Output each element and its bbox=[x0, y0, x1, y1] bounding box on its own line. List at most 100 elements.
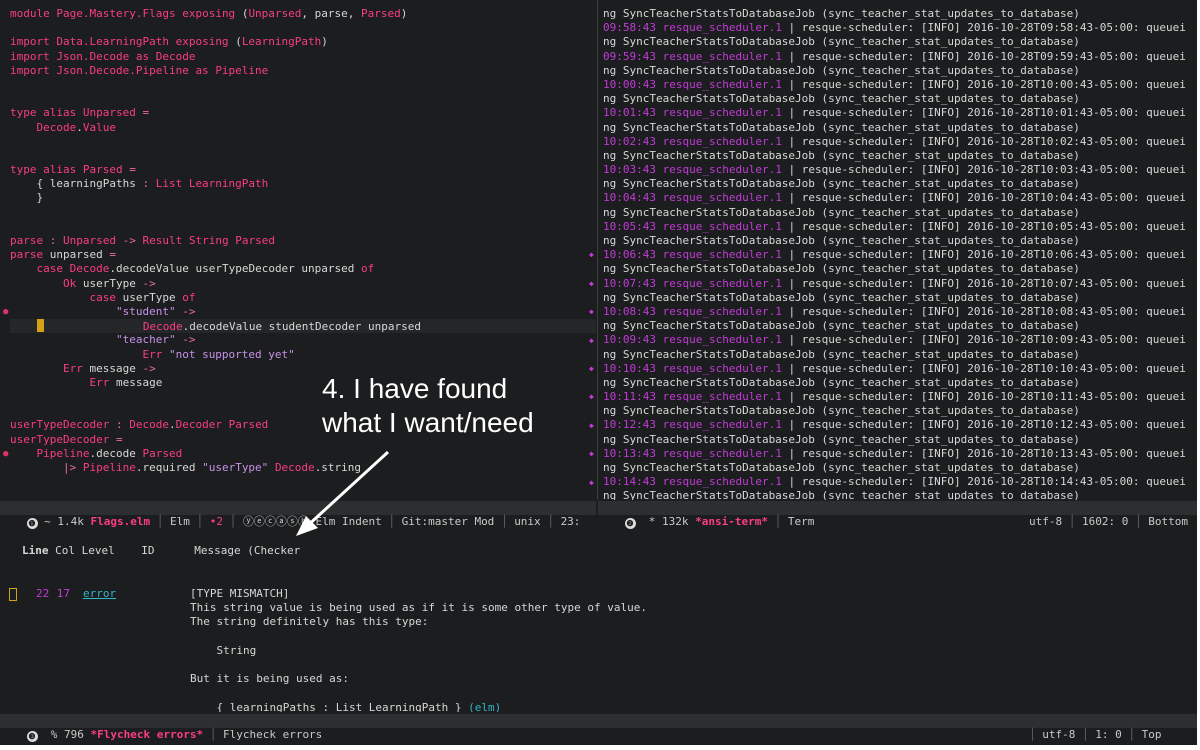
log-source: resque_scheduler.1 bbox=[662, 49, 782, 63]
code-line[interactable] bbox=[10, 220, 596, 234]
log-timestamp: 10:07:43 bbox=[603, 276, 656, 290]
code-token: userTypeDecoder bbox=[10, 418, 116, 432]
error-message-line: The string definitely has this type: bbox=[0, 615, 1197, 629]
code-token: Json.Decode.Pipeline bbox=[56, 63, 196, 77]
log-separator: | bbox=[781, 219, 802, 233]
terminal-pane[interactable]: ng SyncTeacherStatsToDatabaseJob (sync_t… bbox=[598, 7, 1197, 500]
code-line[interactable]: import Json.Decode as Decode bbox=[10, 50, 596, 64]
error-message-text: [TYPE MISMATCH] bbox=[190, 587, 290, 600]
code-token: type alias bbox=[10, 106, 83, 120]
code-token: = bbox=[115, 432, 123, 446]
log-message: resque-scheduler: [INFO] 2016-10-28T10:1… bbox=[801, 361, 1186, 375]
code-line[interactable]: parse unparsed = bbox=[10, 248, 596, 262]
error-column-number: 17 bbox=[56, 587, 71, 600]
code-line[interactable] bbox=[10, 149, 596, 163]
code-token: "teacher" bbox=[115, 333, 183, 347]
major-mode[interactable]: Flycheck errors bbox=[223, 728, 322, 741]
code-token: Decode bbox=[129, 418, 169, 432]
log-timestamp: 10:00:43 bbox=[603, 77, 656, 91]
error-row[interactable]: 22 17 error [TYPE MISMATCH] bbox=[0, 587, 1197, 601]
buffer-status: % 796 bbox=[50, 728, 84, 741]
code-line[interactable]: } bbox=[10, 191, 596, 205]
terminal-log-entry: 10:12:43 resque_scheduler.1 | resque-sch… bbox=[603, 418, 1197, 432]
code-line[interactable]: ● Pipeline.decode Parsed bbox=[3, 447, 596, 461]
code-line[interactable]: case Decode.decodeValue userTypeDecoder … bbox=[10, 262, 596, 276]
code-line[interactable]: import Data.LearningPath exposing (Learn… bbox=[10, 35, 596, 49]
code-line[interactable]: parse : Unparsed -> Result String Parsed bbox=[10, 234, 596, 248]
code-line[interactable] bbox=[10, 92, 596, 106]
code-line[interactable]: "teacher" -> bbox=[10, 333, 596, 347]
code-line[interactable]: { learningPaths : List LearningPath bbox=[10, 177, 596, 191]
code-token: ) bbox=[400, 7, 408, 20]
log-message: resque-scheduler: [INFO] 2016-10-28T10:1… bbox=[801, 446, 1186, 460]
column-message[interactable]: Message (Checker bbox=[194, 544, 300, 557]
code-line[interactable] bbox=[10, 78, 596, 92]
log-separator: | bbox=[781, 21, 802, 35]
log-separator: | bbox=[781, 361, 802, 375]
code-line[interactable]: type alias Parsed = bbox=[10, 163, 596, 177]
flycheck-errors-pane[interactable]: Line Col Level ID Message (Checker 22 17 e… bbox=[0, 516, 1197, 712]
code-line[interactable]: ● "student" -> bbox=[3, 305, 596, 319]
code-line[interactable]: Ok userType -> bbox=[10, 277, 596, 291]
code-token: of bbox=[361, 262, 375, 276]
window-number-icon: ❸ bbox=[26, 731, 38, 742]
error-message-line: { learningPaths : List LearningPath } (e… bbox=[0, 701, 1197, 713]
log-message: resque-scheduler: [INFO] 2016-10-28T10:0… bbox=[801, 333, 1186, 347]
code-token: .decodeValue userTypeDecoder unparsed bbox=[109, 262, 362, 276]
terminal-line: ng SyncTeacherStatsToDatabaseJob (sync_t… bbox=[603, 177, 1080, 191]
code-line[interactable] bbox=[10, 135, 596, 149]
code-line[interactable]: case userType of bbox=[10, 291, 596, 305]
code-token: parse bbox=[10, 248, 50, 262]
column-line[interactable]: Line bbox=[22, 544, 49, 557]
error-level-link[interactable]: error bbox=[83, 587, 116, 601]
code-token: .required bbox=[135, 461, 203, 474]
log-timestamp: 10:10:43 bbox=[603, 361, 656, 375]
code-token: case bbox=[36, 262, 70, 276]
terminal-line: ng SyncTeacherStatsToDatabaseJob (sync_t… bbox=[603, 262, 1080, 276]
code-token: ( bbox=[235, 35, 242, 49]
log-source: resque_scheduler.1 bbox=[662, 248, 782, 262]
code-line[interactable]: |> Pipeline.required "userType" Decode.s… bbox=[10, 461, 596, 475]
checker-link[interactable]: (elm) bbox=[468, 701, 501, 713]
log-separator: | bbox=[781, 134, 802, 148]
code-token: as bbox=[195, 63, 216, 77]
code-token: Unparsed bbox=[63, 234, 123, 247]
log-message: resque-scheduler: [INFO] 2016-10-28T10:1… bbox=[801, 418, 1186, 432]
error-line-number: 22 bbox=[36, 587, 50, 600]
column-col[interactable]: Col bbox=[55, 544, 75, 557]
code-line[interactable] bbox=[10, 21, 596, 35]
code-line[interactable] bbox=[10, 206, 596, 220]
code-token: Unparsed bbox=[248, 7, 302, 20]
terminal-line: ng SyncTeacherStatsToDatabaseJob (sync_t… bbox=[603, 432, 1080, 446]
continuation-marker-icon: ◆ bbox=[589, 278, 594, 288]
terminal-log-entry: 10:03:43 resque_scheduler.1 | resque-sch… bbox=[603, 163, 1197, 177]
code-token: Result String Parsed bbox=[142, 234, 275, 247]
code-line[interactable]: import Json.Decode.Pipeline as Pipeline bbox=[10, 64, 596, 78]
error-message-line: String bbox=[0, 644, 1197, 658]
terminal-log-entry: 10:08:43 resque_scheduler.1 | resque-sch… bbox=[603, 305, 1197, 319]
column-id[interactable]: ID bbox=[141, 544, 154, 557]
log-separator: | bbox=[781, 446, 802, 460]
terminal-line: ng SyncTeacherStatsToDatabaseJob (sync_t… bbox=[603, 63, 1080, 77]
terminal-log-entry: 10:02:43 resque_scheduler.1 | resque-sch… bbox=[603, 135, 1197, 149]
continuation-marker-icon: ◆ bbox=[589, 392, 594, 402]
code-token: : bbox=[115, 418, 130, 432]
code-token: import bbox=[10, 49, 57, 63]
buffer-name[interactable]: *Flycheck errors* bbox=[91, 728, 204, 741]
code-line[interactable]: Err "not supported yet" bbox=[10, 348, 596, 362]
code-token: Json.Decode bbox=[56, 49, 136, 63]
flycheck-modeline: ❸ % 796 *Flycheck errors* │ Flycheck err… bbox=[0, 714, 1197, 742]
code-token: Pipeline bbox=[82, 461, 136, 474]
terminal-log-entry: 10:09:43 resque_scheduler.1 | resque-sch… bbox=[603, 333, 1197, 347]
code-line[interactable]: type alias Unparsed = bbox=[10, 106, 596, 120]
code-line[interactable]: module Page.Mastery.Flags exposing (Unpa… bbox=[10, 7, 596, 21]
log-source: resque_scheduler.1 bbox=[662, 219, 782, 233]
code-line[interactable]: Decode.Value bbox=[10, 121, 596, 135]
code-line[interactable]: Decode.decodeValue studentDecoder unpars… bbox=[10, 319, 596, 334]
terminal-log-entry: 10:05:43 resque_scheduler.1 | resque-sch… bbox=[603, 220, 1197, 234]
column-level[interactable]: Level bbox=[82, 544, 115, 557]
